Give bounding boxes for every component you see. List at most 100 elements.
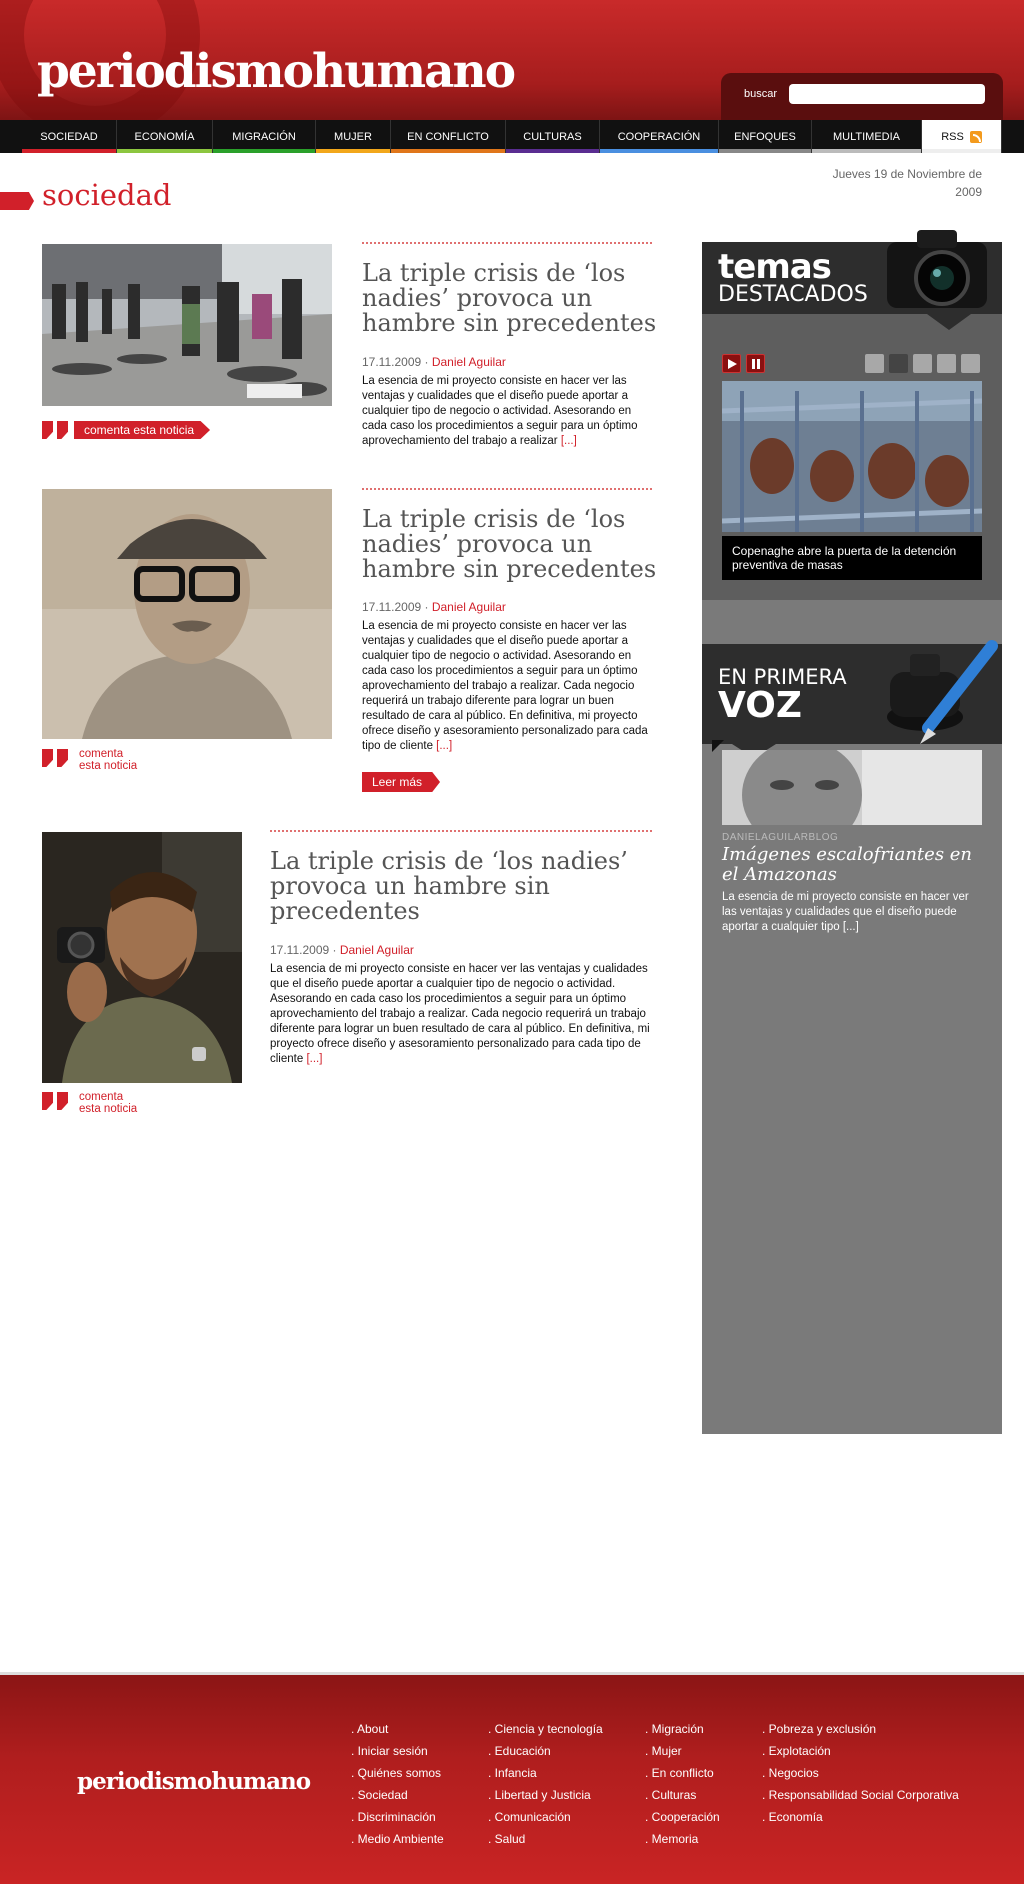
nav-item-en-conflicto[interactable]: EN CONFLICTO (391, 120, 506, 153)
footer-link[interactable]: . Economía (762, 1806, 959, 1828)
nav-item-economia[interactable]: ECONOMÍA (117, 120, 213, 153)
slide-dot[interactable] (961, 354, 980, 373)
article-image[interactable] (42, 489, 332, 739)
footer-link[interactable]: . Pobreza y exclusión (762, 1718, 959, 1740)
nav-item-label: CULTURAS (523, 130, 582, 143)
footer-link[interactable]: . Memoria (645, 1828, 720, 1850)
search-input[interactable] (789, 84, 985, 104)
footer-link[interactable]: . Ciencia y tecnología (488, 1718, 603, 1740)
article-title[interactable]: La triple crisis de ‘los nadies’ provoca… (270, 849, 640, 924)
en-primera-voz-box: EN PRIMERA VOZ (702, 640, 1002, 758)
site-header: periodismohumano buscar (0, 0, 1024, 120)
footer-link[interactable]: . Comunicación (488, 1806, 603, 1828)
footer-link[interactable]: . About (351, 1718, 444, 1740)
nav-color-bar (600, 149, 718, 153)
nav-item-label: ECONOMÍA (134, 130, 195, 143)
article-image[interactable] (42, 244, 332, 406)
nav-item-multimedia[interactable]: MULTIMEDIA (812, 120, 922, 153)
voz-blog-name[interactable]: DANIELAGUILARBLOG (722, 832, 838, 843)
article-author[interactable]: Daniel Aguilar (340, 943, 414, 957)
nav-item-label: RSS (941, 130, 964, 143)
article-image[interactable] (42, 832, 242, 1083)
nav-item-label: COOPERACIÓN (617, 130, 701, 143)
nav-color-bar (506, 149, 599, 153)
article-title[interactable]: La triple crisis de ‘los nadies’ provoca… (362, 507, 657, 582)
nav-item-label: MULTIMEDIA (832, 130, 901, 143)
slide-dot[interactable] (913, 354, 932, 373)
footer-link[interactable]: . En conflicto (645, 1762, 720, 1784)
article-divider (270, 830, 652, 832)
quote-icon (42, 421, 72, 439)
article-excerpt: La esencia de mi proyecto consiste en ha… (270, 962, 654, 1067)
read-more-link[interactable]: [...] (306, 1053, 322, 1065)
footer-link[interactable]: . Medio Ambiente (351, 1828, 444, 1850)
footer-link[interactable]: . Discriminación (351, 1806, 444, 1828)
footer-link[interactable]: . Cooperación (645, 1806, 720, 1828)
article-author[interactable]: Daniel Aguilar (432, 355, 506, 369)
footer-link[interactable]: . Libertad y Justicia (488, 1784, 603, 1806)
article-body: La esencia de mi proyecto consiste en ha… (362, 620, 648, 752)
read-more-link[interactable]: [...] (561, 435, 577, 447)
voz-heading-line2: VOZ (718, 685, 802, 726)
article-title[interactable]: La triple crisis de ‘los nadies’ provoca… (362, 261, 657, 336)
slide-dot[interactable] (865, 354, 884, 373)
nav-item-label: MIGRACIÓN (232, 130, 296, 143)
nav-item-sociedad[interactable]: SOCIEDAD (22, 120, 117, 153)
nav-item-mujer[interactable]: MUJER (316, 120, 391, 153)
footer-logo[interactable]: periodismohumano (77, 1768, 311, 1795)
temas-destacados-box: temas DESTACADOS Copenaghe abre la puert… (702, 230, 1002, 600)
footer-link[interactable]: . Explotación (762, 1740, 959, 1762)
voz-image[interactable] (722, 750, 982, 825)
pause-icon (752, 359, 760, 369)
footer-link[interactable]: . Responsabilidad Social Corporativa (762, 1784, 959, 1806)
comment-link[interactable]: comenta esta noticia (79, 1091, 137, 1115)
footer-link[interactable]: . Salud (488, 1828, 603, 1850)
play-button[interactable] (722, 354, 741, 373)
site-footer: periodismohumano . About. Iniciar sesión… (0, 1672, 1024, 1884)
pause-button[interactable] (746, 354, 765, 373)
nav-color-bar (117, 149, 212, 153)
nav-item-culturas[interactable]: CULTURAS (506, 120, 600, 153)
comment-link[interactable]: comenta esta noticia (79, 748, 137, 772)
footer-link[interactable]: . Quiénes somos (351, 1762, 444, 1784)
current-date: Jueves 19 de Noviembre de 2009 (832, 167, 982, 199)
slide-dot[interactable] (889, 354, 908, 373)
nav-item-label: SOCIEDAD (40, 130, 98, 143)
featured-caption[interactable]: Copenaghe abre la puerta de la detención… (722, 536, 982, 580)
article-body: La esencia de mi proyecto consiste en ha… (362, 375, 638, 447)
nav-color-bar (812, 149, 921, 153)
site-logo[interactable]: periodismohumano (37, 44, 516, 99)
footer-link[interactable]: . Migración (645, 1718, 720, 1740)
nav-color-bar (719, 149, 811, 153)
footer-link[interactable]: . Infancia (488, 1762, 603, 1784)
comment-button[interactable]: comenta esta noticia (74, 421, 211, 439)
article-body: La esencia de mi proyecto consiste en ha… (270, 963, 650, 1065)
rss-icon (969, 130, 982, 143)
footer-column: . About. Iniciar sesión. Quiénes somos. … (351, 1718, 444, 1850)
nav-item-enfoques[interactable]: ENFOQUES (719, 120, 812, 153)
sidebar: temas DESTACADOS Copenaghe abre la puert… (702, 230, 1002, 1434)
article-excerpt: La esencia de mi proyecto consiste en ha… (362, 374, 654, 449)
footer-link[interactable]: . Culturas (645, 1784, 720, 1806)
nav-item-cooperacion[interactable]: COOPERACIÓN (600, 120, 719, 153)
article-date: 17.11.2009 · (362, 355, 432, 369)
nav-item-rss[interactable]: RSS (922, 120, 1002, 153)
footer-link[interactable]: . Sociedad (351, 1784, 444, 1806)
nav-item-migracion[interactable]: MIGRACIÓN (213, 120, 316, 153)
footer-link[interactable]: . Negocios (762, 1762, 959, 1784)
footer-link[interactable]: . Iniciar sesión (351, 1740, 444, 1762)
article-meta: 17.11.2009 · Daniel Aguilar (362, 600, 506, 614)
slide-dot[interactable] (937, 354, 956, 373)
footer-column: . Ciencia y tecnología. Educación. Infan… (488, 1718, 603, 1850)
nav-item-label: MUJER (334, 130, 372, 143)
search-box: buscar (721, 73, 1003, 120)
comment-line: esta noticia (79, 760, 138, 772)
footer-link[interactable]: . Educación (488, 1740, 603, 1762)
footer-link[interactable]: . Mujer (645, 1740, 720, 1762)
read-more-link[interactable]: [...] (436, 740, 452, 752)
voz-title[interactable]: Imágenes escalofriantes en el Amazonas (722, 845, 982, 885)
article-author[interactable]: Daniel Aguilar (432, 600, 506, 614)
leer-mas-button[interactable]: Leer más (362, 772, 441, 792)
temas-header-arrow (927, 314, 971, 330)
featured-image[interactable] (722, 381, 982, 532)
